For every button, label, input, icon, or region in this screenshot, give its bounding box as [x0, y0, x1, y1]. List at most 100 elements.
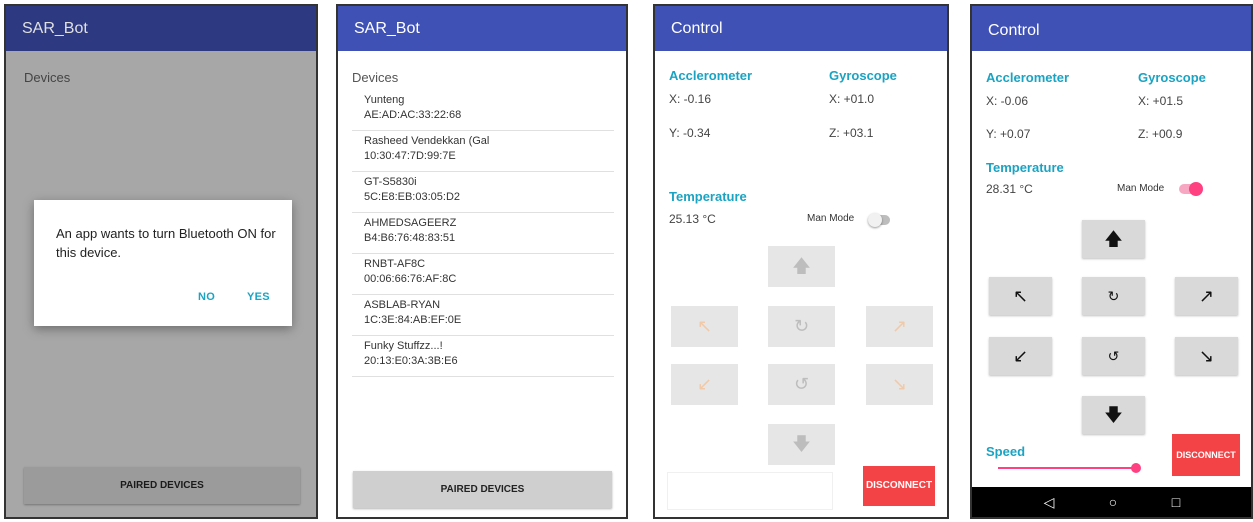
devices-label: Devices [352, 70, 399, 85]
disconnect-button[interactable]: DISCONNECT [1172, 434, 1240, 476]
arrow-up-icon: 🡅 [1104, 229, 1123, 249]
toggle-knob [868, 213, 882, 227]
device-name: ASBLAB-RYAN [364, 299, 441, 311]
forward-right-button[interactable]: ↗ [866, 306, 933, 347]
rotate-cw-button[interactable]: ↻ [768, 306, 835, 347]
gyro-x-value: X: +01.0 [829, 92, 875, 106]
accel-y-value: Y: -0.34 [669, 126, 711, 140]
accel-y-value: Y: +0.07 [986, 127, 1031, 141]
device-name: Funky Stuffzz...! [364, 340, 443, 352]
device-name: RNBT-AF8C [364, 258, 426, 270]
dialog-yes-button[interactable]: YES [247, 291, 270, 303]
rotate-ccw-icon: ↺ [1107, 348, 1120, 364]
nav-recents-icon[interactable]: □ [1161, 487, 1191, 517]
speed-slider[interactable] [998, 463, 1141, 473]
app-title: Control [988, 22, 1040, 39]
app-bar: SAR_Bot [6, 6, 316, 51]
nav-home-icon[interactable]: ○ [1098, 487, 1128, 517]
speed-slider-thumb[interactable] [1131, 463, 1141, 473]
man-mode-toggle[interactable] [868, 213, 890, 227]
arrow-down-icon: 🡇 [792, 434, 811, 454]
device-address: AE:AD:AC:33:22:68 [364, 109, 462, 121]
dialog-no-button[interactable]: NO [198, 291, 215, 303]
back-right-button[interactable]: ↘ [1175, 337, 1238, 375]
forward-button[interactable]: 🡅 [1082, 220, 1145, 258]
rotate-ccw-button[interactable]: ↺ [768, 364, 835, 405]
toggle-knob [1189, 182, 1203, 196]
app-bar: Control [972, 6, 1251, 51]
device-list: Yunteng AE:AD:AC:33:22:68 Rasheed Vendekk… [352, 90, 614, 377]
temperature-value: 28.31 °C [986, 182, 1033, 196]
app-title: Control [671, 20, 723, 37]
bluetooth-permission-dialog: An app wants to turn Bluetooth ON for th… [34, 200, 292, 326]
list-item[interactable]: GT-S5830i 5C:E8:EB:03:05:D2 [352, 172, 614, 213]
forward-right-button[interactable]: ↗ [1175, 277, 1238, 315]
device-name: Yunteng [364, 94, 405, 106]
device-address: 20:13:E0:3A:3B:E6 [364, 355, 458, 367]
arrow-down-right-icon: ↘ [891, 374, 908, 394]
temperature-title: Temperature [986, 160, 1064, 175]
arrow-down-left-icon: ↙ [1012, 346, 1029, 366]
accel-x-value: X: -0.16 [669, 92, 712, 106]
forward-left-button[interactable]: ↖ [989, 277, 1052, 315]
list-item[interactable]: ASBLAB-RYAN 1C:3E:84:AB:EF:0E [352, 295, 614, 336]
accel-x-value: X: -0.06 [986, 94, 1029, 108]
rotate-cw-icon: ↻ [793, 316, 810, 336]
phone-screen-device-list: SAR_Bot Devices Yunteng AE:AD:AC:33:22:68… [336, 4, 628, 519]
arrow-up-left-icon: ↖ [1012, 286, 1029, 306]
arrow-down-left-icon: ↙ [696, 374, 713, 394]
app-title: SAR_Bot [22, 20, 88, 37]
list-item[interactable]: Funky Stuffzz...! 20:13:E0:3A:3B:E6 [352, 336, 614, 377]
phone-screen-bluetooth-dialog: SAR_Bot Devices An app wants to turn Blu… [4, 4, 318, 519]
device-address: 00:06:66:76:AF:8C [364, 273, 457, 285]
list-item[interactable]: RNBT-AF8C 00:06:66:76:AF:8C [352, 254, 614, 295]
list-item[interactable]: AHMEDSAGEERZ B4:B6:76:48:83:51 [352, 213, 614, 254]
backward-button[interactable]: 🡇 [768, 424, 835, 465]
list-item[interactable]: Yunteng AE:AD:AC:33:22:68 [352, 90, 614, 131]
arrow-down-right-icon: ↘ [1198, 346, 1215, 366]
nav-back-icon[interactable]: ◁ [1034, 487, 1064, 517]
dialog-message: An app wants to turn Bluetooth ON for th… [56, 226, 276, 260]
blank-area [667, 472, 833, 510]
device-address: 1C:3E:84:AB:EF:0E [364, 314, 462, 326]
man-mode-label: Man Mode [807, 213, 855, 224]
back-left-button[interactable]: ↙ [989, 337, 1052, 375]
speed-label: Speed [986, 444, 1026, 459]
list-item[interactable]: Rasheed Vendekkan (Gal 10:30:47:7D:99:7E [352, 131, 614, 172]
arrow-down-icon: 🡇 [1104, 405, 1123, 425]
rotate-ccw-icon: ↺ [793, 374, 810, 394]
android-nav-bar: ◁ ○ □ [972, 487, 1251, 517]
gyro-x-value: X: +01.5 [1138, 94, 1184, 108]
gyro-z-value: Z: +00.9 [1138, 127, 1183, 141]
gyroscope-title: Gyroscope [829, 68, 897, 83]
temperature-title: Temperature [669, 189, 747, 204]
phone-screen-control-enabled: Control Acclerometer Gyroscope X: -0.06 … [970, 4, 1253, 519]
back-left-button[interactable]: ↙ [671, 364, 738, 405]
device-name: GT-S5830i [364, 176, 417, 188]
accelerometer-title: Acclerometer [986, 70, 1070, 85]
forward-button[interactable]: 🡅 [768, 246, 835, 287]
gyroscope-title: Gyroscope [1138, 70, 1206, 85]
app-bar: Control [655, 6, 947, 51]
accelerometer-title: Acclerometer [669, 68, 753, 83]
device-address: B4:B6:76:48:83:51 [364, 232, 456, 244]
device-name: AHMEDSAGEERZ [364, 217, 457, 229]
rotate-ccw-button[interactable]: ↺ [1082, 337, 1145, 375]
man-mode-toggle[interactable] [1179, 182, 1203, 196]
rotate-cw-button[interactable]: ↻ [1082, 277, 1145, 315]
phone-screen-control-disabled: Control Acclerometer Gyroscope X: -0.16 … [653, 4, 949, 519]
arrow-up-right-icon: ↗ [1198, 286, 1215, 306]
app-bar: SAR_Bot [338, 6, 626, 51]
man-mode-label: Man Mode [1117, 183, 1165, 194]
rotate-cw-icon: ↻ [1107, 288, 1120, 304]
paired-devices-button[interactable]: PAIRED DEVICES [24, 467, 300, 504]
device-address: 5C:E8:EB:03:05:D2 [364, 191, 461, 203]
forward-left-button[interactable]: ↖ [671, 306, 738, 347]
gyro-z-value: Z: +03.1 [829, 126, 874, 140]
arrow-up-right-icon: ↗ [891, 316, 908, 336]
backward-button[interactable]: 🡇 [1082, 396, 1145, 434]
disconnect-button[interactable]: DISCONNECT [863, 466, 935, 506]
paired-devices-button[interactable]: PAIRED DEVICES [353, 471, 612, 508]
device-address: 10:30:47:7D:99:7E [364, 150, 456, 162]
back-right-button[interactable]: ↘ [866, 364, 933, 405]
